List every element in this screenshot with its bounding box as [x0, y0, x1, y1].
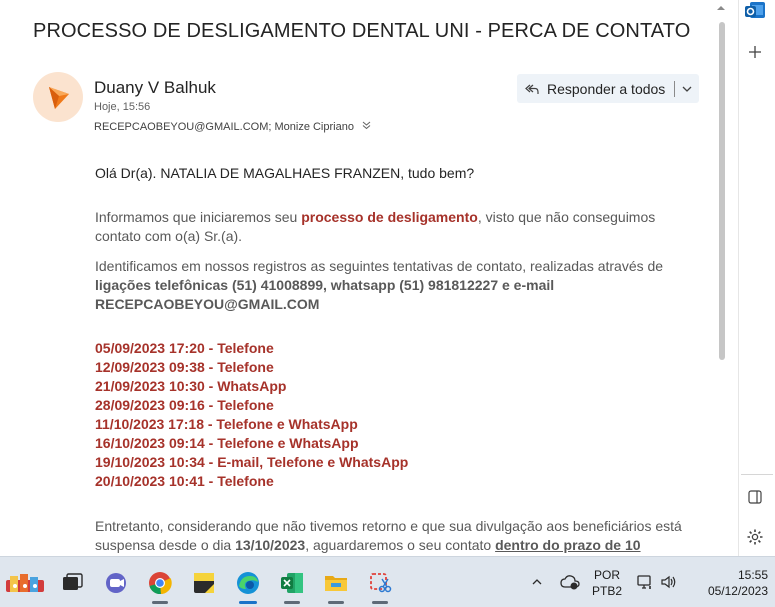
list-item: 11/10/2023 17:18 - Telefone e WhatsApp: [95, 416, 358, 432]
excel-running-indicator: [284, 601, 300, 604]
list-item: 16/10/2023 09:14 - Telefone e WhatsApp: [95, 435, 359, 451]
volume-icon[interactable]: [660, 574, 678, 590]
reply-split-divider: [674, 80, 676, 97]
recipients-line[interactable]: RECEPCAOBEYOU@GMAIL.COM; Monize Cipriano: [94, 121, 371, 133]
side-panel-icon[interactable]: [747, 489, 763, 505]
p3-text-middle: , aguardaremos o seu contato: [305, 537, 496, 553]
reply-options-chevron-icon[interactable]: [681, 83, 693, 95]
sent-time: Hoje, 15:56: [94, 101, 151, 113]
clock[interactable]: 15:55 05/12/2023: [688, 567, 768, 599]
p2-text-start: Identificamos em nossos registros as seg…: [95, 258, 664, 274]
paragraph-contact-attempts: Identificamos em nossos registros as seg…: [95, 257, 695, 314]
onedrive-sync-icon[interactable]: [560, 573, 580, 591]
paragraph-deadline: Entretanto, considerando que não tivemos…: [95, 517, 695, 555]
sticky-notes-icon[interactable]: [191, 570, 217, 596]
contact-attempts-list: 05/09/2023 17:20 - Telefone 12/09/2023 0…: [95, 339, 408, 491]
show-hidden-icons-chevron-icon[interactable]: [531, 576, 543, 588]
teams-chat-icon[interactable]: [103, 570, 129, 596]
right-side-rail: [738, 0, 775, 556]
list-item: 21/09/2023 10:30 - WhatsApp: [95, 378, 287, 394]
list-item: 05/09/2023 17:20 - Telefone: [95, 340, 274, 356]
clock-date: 05/12/2023: [707, 584, 768, 598]
outlook-icon[interactable]: [744, 0, 766, 22]
language-indicator[interactable]: POR PTB2: [591, 567, 623, 599]
edge-icon[interactable]: [235, 570, 261, 596]
keyboard-layout: PTB2: [591, 584, 622, 598]
reply-all-button[interactable]: Responder a todos: [517, 74, 699, 103]
chrome-running-indicator: [152, 601, 168, 604]
list-item: 19/10/2023 10:34 - E-mail, Telefone e Wh…: [95, 454, 409, 470]
paragraph-disconnection-notice: Informamos que iniciaremos seu processo …: [95, 208, 695, 246]
sender-avatar[interactable]: [33, 72, 83, 122]
snipping-running-indicator: [372, 601, 388, 604]
chrome-icon[interactable]: [147, 570, 173, 596]
network-icon[interactable]: [636, 574, 654, 590]
task-view-icon[interactable]: [59, 570, 85, 596]
widgets-icon[interactable]: [4, 570, 46, 596]
p3-deadline: dentro do prazo de 10: [495, 537, 641, 553]
list-item: 12/09/2023 09:38 - Telefone: [95, 359, 274, 375]
p1-text-start: Informamos que iniciaremos seu: [95, 209, 302, 225]
rail-divider: [741, 474, 773, 475]
snipping-tool-icon[interactable]: [367, 570, 393, 596]
explorer-running-indicator: [328, 601, 344, 604]
vertical-scrollbar-thumb[interactable]: [719, 22, 725, 360]
email-reading-pane: PROCESSO DE DESLIGAMENTO DENTAL UNI - PE…: [0, 0, 730, 556]
reply-all-label: Responder a todos: [547, 80, 666, 97]
list-item: 28/09/2023 09:16 - Telefone: [95, 397, 274, 413]
email-subject: PROCESSO DE DESLIGAMENTO DENTAL UNI - PE…: [33, 20, 691, 42]
file-explorer-icon[interactable]: [323, 570, 349, 596]
windows-taskbar: POR PTB2 15:55 05/12/2023: [0, 556, 775, 607]
p3-suspension-date: 13/10/2023: [235, 537, 306, 553]
language-code: POR: [593, 568, 620, 582]
add-icon[interactable]: [747, 44, 763, 60]
greeting-line: Olá Dr(a). NATALIA DE MAGALHAES FRANZEN,…: [95, 165, 475, 181]
expand-recipients-icon[interactable]: [362, 121, 371, 133]
list-item: 20/10/2023 10:41 - Telefone: [95, 473, 274, 489]
p1-highlight: processo de desligamento: [301, 209, 478, 225]
p2-contact-details: ligações telefônicas (51) 41008899, what…: [95, 277, 555, 312]
recipients-text: RECEPCAOBEYOU@GMAIL.COM; Monize Cipriano: [94, 121, 354, 133]
excel-icon[interactable]: [279, 570, 305, 596]
scroll-up-arrow-icon[interactable]: [716, 3, 726, 13]
edge-active-indicator: [239, 601, 257, 604]
settings-gear-icon[interactable]: [746, 528, 764, 546]
sender-name[interactable]: Duany V Balhuk: [94, 78, 216, 98]
sender-logo-icon: [49, 87, 69, 109]
reply-all-icon: [525, 84, 539, 94]
clock-time: 15:55: [737, 568, 768, 582]
